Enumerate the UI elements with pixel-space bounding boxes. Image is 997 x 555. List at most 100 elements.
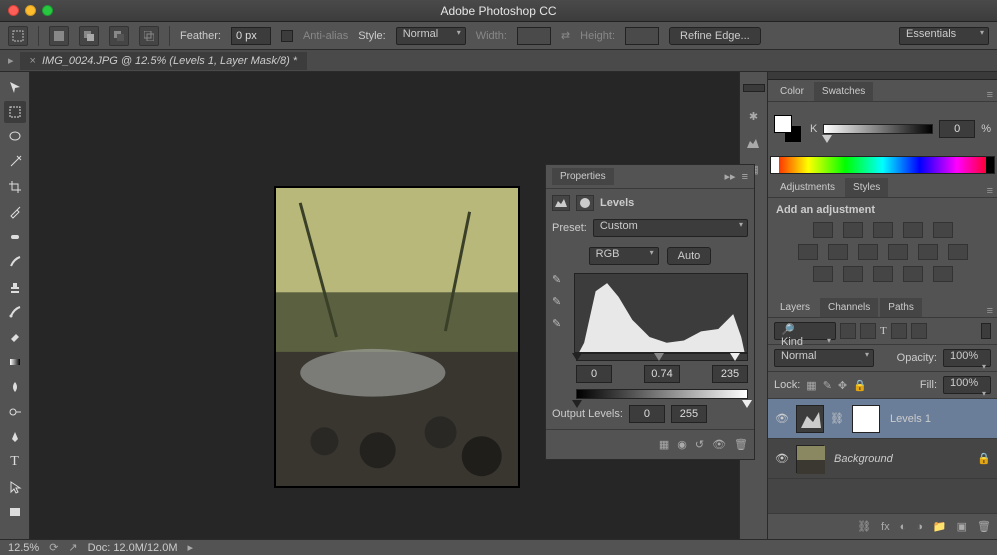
- zoom-level[interactable]: 12.5%: [8, 542, 39, 554]
- layers-panel-menu-icon[interactable]: ≡: [987, 305, 993, 317]
- channel-select[interactable]: RGB: [589, 247, 659, 265]
- output-gradient[interactable]: [576, 389, 748, 399]
- threshold-icon[interactable]: [873, 266, 893, 282]
- histogram[interactable]: [574, 273, 748, 353]
- k-slider[interactable]: [823, 124, 933, 134]
- color-tab[interactable]: Color: [772, 82, 812, 101]
- workspace-select[interactable]: Essentials: [899, 27, 989, 45]
- clip-to-layer-icon[interactable]: ▦: [659, 438, 669, 451]
- channel-mixer-icon[interactable]: [918, 244, 938, 260]
- adjustments-tab[interactable]: Adjustments: [772, 178, 843, 197]
- curves-icon[interactable]: [873, 222, 893, 238]
- filter-type-icon[interactable]: T: [880, 325, 887, 337]
- output-white-field[interactable]: 255: [671, 405, 707, 423]
- gradient-map-icon[interactable]: [903, 266, 923, 282]
- layer-style-icon[interactable]: fx: [881, 521, 890, 533]
- visibility-icon[interactable]: 👁: [712, 438, 726, 451]
- panel-menu-icon[interactable]: ≡: [742, 171, 748, 183]
- canvas[interactable]: Properties ▸▸ ≡ Levels Preset: Custom RG…: [30, 72, 739, 539]
- move-tool[interactable]: [4, 76, 26, 98]
- adjustment-thumb-icon[interactable]: [796, 405, 824, 433]
- layer-row[interactable]: 👁 Background 🔒: [768, 439, 997, 479]
- lock-transparency-icon[interactable]: ▦: [806, 379, 816, 392]
- posterize-icon[interactable]: [843, 266, 863, 282]
- input-white-field[interactable]: 235: [712, 365, 748, 383]
- close-tab-icon[interactable]: ×: [30, 55, 36, 67]
- black-slider-icon[interactable]: [572, 353, 582, 361]
- fill-field[interactable]: 100%: [943, 376, 991, 394]
- style-select[interactable]: Normal: [396, 27, 466, 45]
- color-spectrum[interactable]: [770, 156, 995, 174]
- previous-state-icon[interactable]: ◉: [677, 438, 687, 451]
- output-black-field[interactable]: 0: [629, 405, 665, 423]
- bw-icon[interactable]: [858, 244, 878, 260]
- panel-collapse-bar[interactable]: [768, 72, 997, 80]
- selective-color-icon[interactable]: [933, 266, 953, 282]
- gamma-slider-icon[interactable]: [654, 353, 664, 361]
- layer-name[interactable]: Background: [834, 453, 893, 465]
- swatches-tab[interactable]: Swatches: [814, 82, 873, 101]
- filter-adjustment-icon[interactable]: [860, 323, 876, 339]
- blur-tool[interactable]: [4, 376, 26, 398]
- type-tool[interactable]: T: [4, 451, 26, 473]
- foreground-color-icon[interactable]: [774, 115, 792, 133]
- tool-preset-picker[interactable]: [8, 26, 28, 46]
- foreground-background-swatch[interactable]: [774, 115, 802, 143]
- refine-edge-button[interactable]: Refine Edge...: [669, 27, 761, 45]
- input-gamma-field[interactable]: 0.74: [644, 365, 680, 383]
- channels-tab[interactable]: Channels: [820, 298, 878, 317]
- layer-row[interactable]: 👁 ⛓ Levels 1: [768, 399, 997, 439]
- feather-input[interactable]: [231, 27, 271, 45]
- eyedropper-tool[interactable]: [4, 201, 26, 223]
- crop-tool[interactable]: [4, 176, 26, 198]
- delete-layer-icon[interactable]: 🗑: [977, 520, 991, 533]
- lock-all-icon[interactable]: 🔒: [853, 379, 867, 392]
- white-point-eyedropper[interactable]: ✎: [552, 317, 568, 333]
- subtract-selection-icon[interactable]: [109, 26, 129, 46]
- document-tab[interactable]: × IMG_0024.JPG @ 12.5% (Levels 1, Layer …: [20, 52, 308, 70]
- layer-filter-select[interactable]: 🔎 Kind: [774, 322, 836, 340]
- auto-button[interactable]: Auto: [667, 247, 712, 265]
- blend-mode-select[interactable]: Normal: [774, 349, 874, 367]
- reset-icon[interactable]: ↺: [695, 438, 704, 451]
- color-balance-icon[interactable]: [828, 244, 848, 260]
- preset-select[interactable]: Custom: [593, 219, 748, 237]
- history-brush-tool[interactable]: [4, 301, 26, 323]
- layers-tab[interactable]: Layers: [772, 298, 818, 317]
- brightness-adjustment-icon[interactable]: [813, 222, 833, 238]
- dodge-tool[interactable]: [4, 401, 26, 423]
- marquee-tool[interactable]: [4, 101, 26, 123]
- navigator-icon[interactable]: ✱: [749, 110, 758, 123]
- link-layers-icon[interactable]: ⛓: [857, 520, 871, 533]
- opacity-field[interactable]: 100%: [943, 349, 991, 367]
- rectangle-tool[interactable]: [4, 501, 26, 523]
- white-slider-icon[interactable]: [730, 353, 740, 361]
- eraser-tool[interactable]: [4, 326, 26, 348]
- mask-icon[interactable]: [576, 195, 594, 211]
- new-group-icon[interactable]: 📁: [933, 520, 947, 533]
- black-point-eyedropper[interactable]: ✎: [552, 273, 568, 289]
- color-lookup-icon[interactable]: [948, 244, 968, 260]
- add-selection-icon[interactable]: [79, 26, 99, 46]
- layer-mask-button-icon[interactable]: ◐: [900, 521, 907, 533]
- filter-pixel-icon[interactable]: [840, 323, 856, 339]
- path-selection-tool[interactable]: [4, 476, 26, 498]
- input-levels-slider[interactable]: [576, 353, 748, 361]
- doc-info-chevron-icon[interactable]: ▸: [188, 541, 194, 554]
- levels-icon[interactable]: [843, 222, 863, 238]
- visibility-toggle[interactable]: 👁: [774, 412, 790, 425]
- color-panel-menu-icon[interactable]: ≡: [987, 89, 993, 101]
- brush-tool[interactable]: [4, 251, 26, 273]
- layer-mask-thumb[interactable]: [852, 405, 880, 433]
- antialias-checkbox[interactable]: [281, 30, 293, 42]
- filter-shape-icon[interactable]: [891, 323, 907, 339]
- expand-docs-icon[interactable]: ▸: [8, 54, 14, 67]
- healing-brush-tool[interactable]: [4, 226, 26, 248]
- paths-tab[interactable]: Paths: [880, 298, 922, 317]
- stamp-tool[interactable]: [4, 276, 26, 298]
- hue-sat-icon[interactable]: [798, 244, 818, 260]
- intersect-selection-icon[interactable]: [139, 26, 159, 46]
- status-icon1[interactable]: ⟳: [49, 541, 58, 554]
- dock-collapse-icon[interactable]: [743, 84, 765, 92]
- lasso-tool[interactable]: [4, 126, 26, 148]
